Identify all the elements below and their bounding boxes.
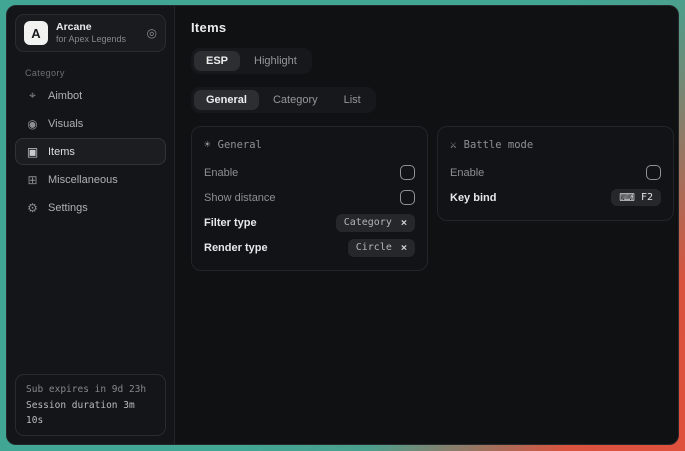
setting-label: Filter type [204, 217, 257, 229]
sidebar-item-label: Items [48, 146, 75, 158]
render-type-value: Circle [356, 242, 392, 253]
sidebar-item-aimbot[interactable]: ⌖ Aimbot [15, 82, 166, 109]
sidebar-item-items[interactable]: ▣ Items [15, 138, 166, 165]
app-name: Arcane [56, 21, 139, 34]
panel-title: General [218, 139, 262, 151]
brand-text: Arcane for Apex Legends [56, 21, 139, 45]
sidebar-item-label: Aimbot [48, 90, 82, 102]
tab-esp[interactable]: ESP [194, 51, 240, 71]
mode-tab-group: ESP Highlight [191, 48, 312, 74]
settings-panels: ☀ General Enable Show distance Filter ty… [191, 126, 674, 271]
sun-icon: ☀ [204, 138, 211, 151]
tab-category[interactable]: Category [261, 90, 330, 110]
setting-row-filter-type: Filter type Category × [204, 210, 415, 235]
brand-card: A Arcane for Apex Legends ◎ [15, 14, 166, 52]
app-logo: A [24, 21, 48, 45]
setting-label: Enable [204, 167, 238, 179]
session-duration-text: Session duration 3m 10s [26, 398, 155, 428]
close-icon[interactable]: × [401, 217, 407, 229]
gear-icon: ⚙ [26, 201, 39, 215]
sub-expiry-text: Sub expires in 9d 23h [26, 382, 155, 397]
setting-label: Key bind [450, 192, 496, 204]
subscription-info-card: Sub expires in 9d 23h Session duration 3… [15, 374, 166, 436]
battle-mode-panel: ⚔ Battle mode Enable Key bind ⌨ F2 [437, 126, 674, 221]
setting-row-enable: Enable [204, 160, 415, 185]
show-distance-checkbox[interactable] [400, 190, 415, 205]
app-subtitle: for Apex Legends [56, 34, 139, 45]
filter-type-select[interactable]: Category × [336, 214, 415, 232]
setting-label: Show distance [204, 192, 276, 204]
setting-row-show-distance: Show distance [204, 185, 415, 210]
sidebar: A Arcane for Apex Legends ◎ Category ⌖ A… [7, 6, 175, 444]
filter-type-value: Category [344, 217, 392, 228]
render-type-select[interactable]: Circle × [348, 239, 415, 257]
grid-icon: ⊞ [26, 173, 39, 187]
setting-row-key-bind: Key bind ⌨ F2 [450, 185, 661, 210]
setting-row-render-type: Render type Circle × [204, 235, 415, 260]
page-title: Items [191, 20, 674, 35]
category-label: Category [25, 68, 174, 78]
sidebar-spacer [7, 221, 174, 366]
setting-row-battle-enable: Enable [450, 160, 661, 185]
general-panel-header: ☀ General [204, 138, 415, 151]
battle-mode-panel-header: ⚔ Battle mode [450, 138, 661, 151]
battle-enable-checkbox[interactable] [646, 165, 661, 180]
key-bind-button[interactable]: ⌨ F2 [611, 189, 661, 206]
sidebar-item-miscellaneous[interactable]: ⊞ Miscellaneous [15, 166, 166, 193]
sidebar-item-label: Miscellaneous [48, 174, 118, 186]
eye-icon: ◉ [26, 117, 39, 131]
key-bind-value: F2 [641, 192, 653, 203]
main-content: Items ESP Highlight General Category Lis… [175, 6, 679, 444]
sidebar-item-visuals[interactable]: ◉ Visuals [15, 110, 166, 137]
tab-highlight[interactable]: Highlight [242, 51, 309, 71]
keyboard-icon: ⌨ [619, 191, 635, 204]
close-icon[interactable]: × [401, 242, 407, 254]
panel-title: Battle mode [464, 139, 534, 151]
box-icon: ▣ [26, 145, 39, 159]
view-tab-group: General Category List [191, 87, 376, 113]
sidebar-item-label: Settings [48, 202, 88, 214]
target-icon[interactable]: ◎ [147, 26, 157, 40]
tab-general[interactable]: General [194, 90, 259, 110]
tab-list[interactable]: List [332, 90, 373, 110]
setting-label: Enable [450, 167, 484, 179]
sidebar-item-label: Visuals [48, 118, 83, 130]
sidebar-nav: ⌖ Aimbot ◉ Visuals ▣ Items ⊞ Miscellaneo… [7, 82, 174, 221]
crosshair-icon: ⌖ [26, 88, 39, 103]
enable-checkbox[interactable] [400, 165, 415, 180]
sidebar-item-settings[interactable]: ⚙ Settings [15, 194, 166, 221]
general-panel: ☀ General Enable Show distance Filter ty… [191, 126, 428, 271]
setting-label: Render type [204, 242, 268, 254]
swords-icon: ⚔ [450, 138, 457, 151]
app-window: A Arcane for Apex Legends ◎ Category ⌖ A… [6, 5, 679, 445]
